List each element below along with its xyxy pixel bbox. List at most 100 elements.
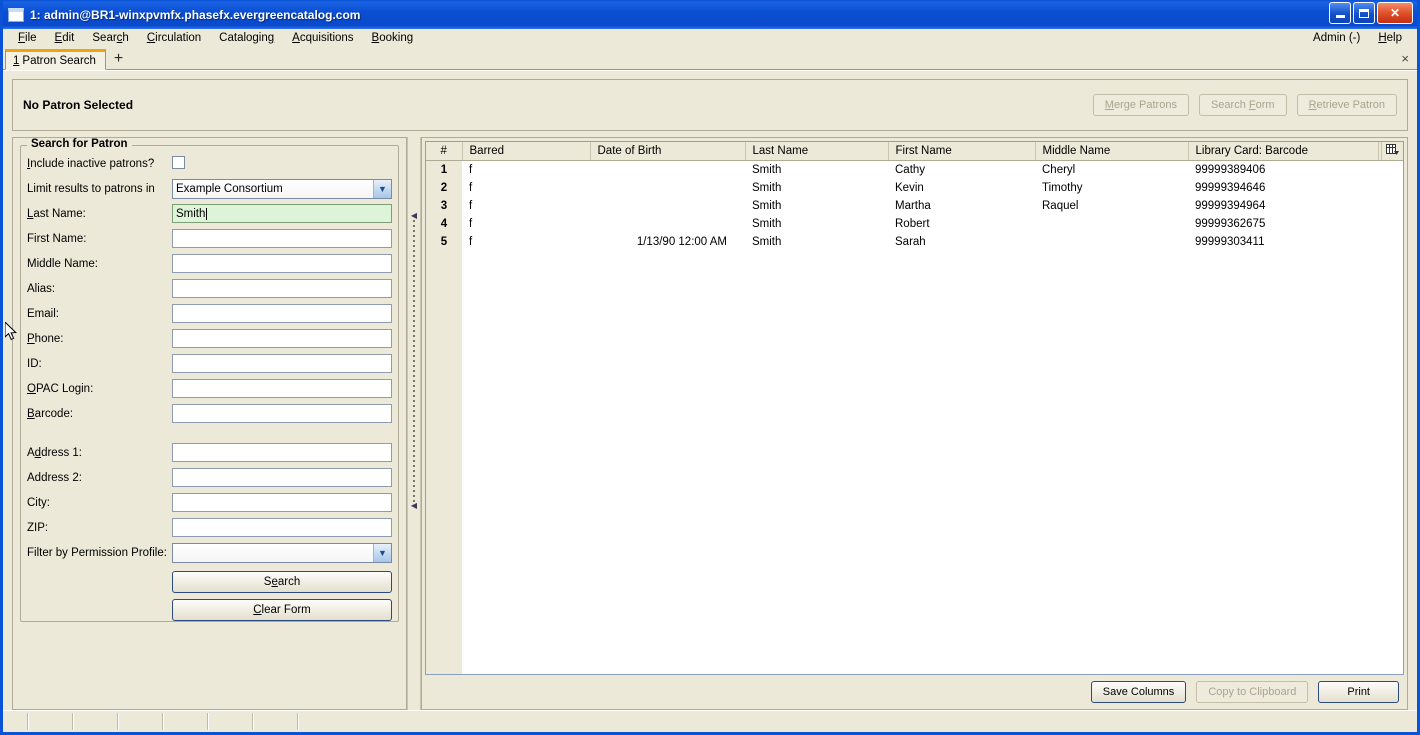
title-bar: 1: admin@BR1-winxpvmfx.phasefx.evergreen… (3, 0, 1417, 29)
menu-edit[interactable]: Edit (46, 30, 84, 46)
field-phone: Phone: (27, 326, 392, 351)
cell-dob (590, 214, 745, 233)
cell-number: 1 (426, 160, 462, 179)
patron-action-buttons: Merge Patrons Search Form Retrieve Patro… (1092, 94, 1397, 116)
cell-barcode: 99999394646 (1188, 178, 1378, 197)
search-group-legend: Search for Patron (27, 138, 132, 150)
email-input[interactable] (172, 304, 392, 323)
zip-input[interactable] (172, 518, 392, 537)
cell-last-name: Smith (745, 232, 888, 251)
chevron-down-icon: ▼ (373, 179, 391, 198)
alias-input[interactable] (172, 279, 392, 298)
menu-search[interactable]: Search (83, 30, 137, 46)
table-row[interactable]: 4 f Smith Robert 99999362675 (426, 214, 1403, 233)
splitter-grip[interactable] (413, 220, 415, 502)
status-cell-wide (299, 713, 1416, 730)
limit-results-value: Example Consortium (176, 182, 283, 195)
table-row[interactable]: 1 f Smith Cathy Cheryl 99999389406 (426, 160, 1403, 179)
tab-bar: 1 Patron Search + × (3, 48, 1417, 70)
menu-bar: File Edit Search Circulation Cataloging … (3, 29, 1417, 48)
merge-patrons-button[interactable]: Merge Patrons (1092, 94, 1189, 116)
retrieve-patron-button[interactable]: Retrieve Patron (1296, 94, 1397, 116)
print-button[interactable]: Print (1318, 681, 1399, 703)
clear-form-button[interactable]: Clear Form (172, 599, 392, 621)
cell-number: 4 (426, 214, 462, 233)
last-name-input[interactable]: Smith (172, 204, 392, 223)
first-name-input[interactable] (172, 229, 392, 248)
field-id: ID: (27, 351, 392, 376)
table-header-row: # Barred Date of Birth Last Name First N… (426, 142, 1403, 161)
address2-input[interactable] (172, 468, 392, 487)
table-row[interactable]: 5 f 1/13/90 12:00 AM Smith Sarah 9999930… (426, 232, 1403, 251)
barcode-input[interactable] (172, 404, 392, 423)
city-input[interactable] (172, 493, 392, 512)
splitter-collapse-right-icon[interactable]: ◀ (411, 502, 417, 510)
column-picker-icon[interactable] (1381, 142, 1403, 161)
splitter-collapse-left-icon[interactable]: ◀ (411, 212, 417, 220)
menu-booking[interactable]: Booking (363, 30, 423, 46)
button-row-spacer (27, 571, 172, 593)
id-input[interactable] (172, 354, 392, 373)
include-inactive-checkbox[interactable] (172, 156, 185, 169)
opac-login-input[interactable] (172, 379, 392, 398)
cell-number: 3 (426, 196, 462, 215)
menu-help[interactable]: Help (1369, 30, 1411, 46)
copy-to-clipboard-button[interactable]: Copy to Clipboard (1196, 681, 1309, 703)
new-tab-button[interactable]: + (114, 51, 123, 67)
menu-circulation[interactable]: Circulation (138, 30, 210, 46)
col-header-middle-name[interactable]: Middle Name (1035, 142, 1189, 161)
limit-results-select[interactable]: Example Consortium ▼ (172, 178, 392, 199)
maximize-button[interactable] (1353, 2, 1375, 24)
tab-patron-search[interactable]: 1 Patron Search (5, 49, 106, 70)
cell-last-name: Smith (745, 196, 888, 215)
label-id: ID: (27, 357, 42, 370)
panel-splitter[interactable]: ◀ ◀ (407, 137, 421, 710)
search-form-button[interactable]: Search Form (1198, 94, 1287, 116)
label-phone: Phone: (27, 332, 64, 345)
application-window: 1: admin@BR1-winxpvmfx.phasefx.evergreen… (0, 0, 1420, 735)
status-cell (29, 713, 74, 730)
cell-first-name: Sarah (888, 232, 1035, 251)
label-first-name: First Name: (27, 232, 87, 245)
col-header-number[interactable]: # (426, 142, 463, 161)
search-panel: Search for Patron Include inactive patro… (12, 137, 407, 710)
content-area: No Patron Selected Merge Patrons Search … (3, 70, 1417, 710)
chevron-down-icon: ▼ (373, 543, 391, 562)
close-tab-button[interactable]: × (1401, 51, 1409, 66)
search-button[interactable]: Search (172, 571, 392, 593)
menu-acquisitions[interactable]: Acquisitions (283, 30, 362, 46)
table-row[interactable]: 3 f Smith Martha Raquel 99999394964 (426, 196, 1403, 215)
phone-input[interactable] (172, 329, 392, 348)
menu-file[interactable]: File (9, 30, 46, 46)
table-row[interactable]: 2 f Smith Kevin Timothy 99999394646 (426, 178, 1403, 197)
status-cell (74, 713, 119, 730)
form-spacer (27, 426, 392, 440)
col-header-dob[interactable]: Date of Birth (590, 142, 746, 161)
results-grid-wrapper: # Barred Date of Birth Last Name First N… (425, 141, 1404, 675)
minimize-button[interactable] (1329, 2, 1351, 24)
middle-name-input[interactable] (172, 254, 392, 273)
results-table: # Barred Date of Birth Last Name First N… (426, 142, 1403, 251)
menu-admin[interactable]: Admin (-) (1304, 30, 1369, 46)
label-limit-results: Limit results to patrons in (27, 182, 155, 195)
window-controls: ✕ (1329, 2, 1413, 24)
clear-button-row: Clear Form (27, 599, 392, 621)
permission-profile-select[interactable]: ▼ (172, 542, 392, 563)
cell-icon-pad (1381, 178, 1403, 197)
address1-input[interactable] (172, 443, 392, 462)
grid-blank-rows (462, 250, 1403, 674)
label-alias: Alias: (27, 282, 56, 295)
save-columns-button[interactable]: Save Columns (1090, 681, 1187, 703)
col-header-barred[interactable]: Barred (462, 142, 591, 161)
close-button[interactable]: ✕ (1377, 2, 1413, 24)
cell-middle-name (1035, 214, 1188, 233)
cell-barred: f (462, 232, 590, 251)
close-icon: ✕ (1389, 6, 1401, 20)
menu-cataloging[interactable]: Cataloging (210, 30, 283, 46)
results-panel: # Barred Date of Birth Last Name First N… (421, 137, 1408, 710)
col-header-barcode[interactable]: Library Card: Barcode (1188, 142, 1379, 161)
field-zip: ZIP: (27, 515, 392, 540)
col-header-last-name[interactable]: Last Name (745, 142, 889, 161)
window-title: 1: admin@BR1-winxpvmfx.phasefx.evergreen… (30, 7, 361, 22)
col-header-first-name[interactable]: First Name (888, 142, 1036, 161)
